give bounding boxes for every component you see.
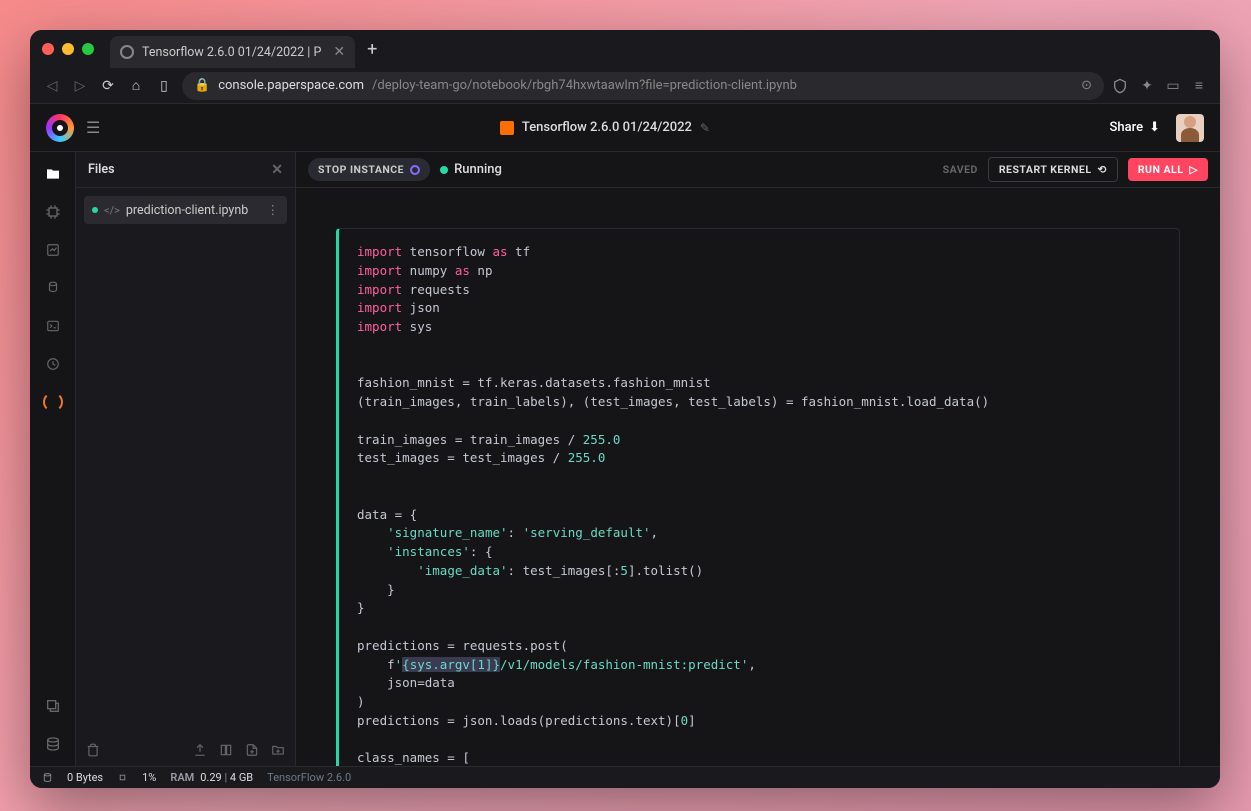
code-content: import tensorflow as tf import numpy as …: [357, 243, 1161, 766]
extensions-icon[interactable]: ✦: [1138, 78, 1156, 94]
app-window-icon[interactable]: ▭: [1164, 78, 1182, 94]
code-cell[interactable]: import tensorflow as tf import numpy as …: [336, 228, 1180, 766]
upload-icon[interactable]: [193, 743, 207, 757]
code-file-icon: </>: [104, 204, 120, 217]
reload-button[interactable]: ⟳: [98, 78, 118, 94]
share-label: Share: [1110, 120, 1144, 135]
files-panel: Files ✕ </> prediction-client.ipynb ⋮: [76, 152, 296, 766]
share-button[interactable]: Share ⬇: [1110, 120, 1160, 135]
cpu-icon: [117, 772, 128, 783]
run-all-label: RUN ALL: [1138, 163, 1184, 176]
shield-icon[interactable]: [1112, 78, 1130, 94]
ram-label: RAM: [170, 771, 194, 784]
files-panel-header: Files ✕: [76, 152, 295, 188]
runtime-label: TensorFlow 2.6.0: [267, 771, 351, 784]
stop-icon: [410, 165, 420, 175]
storage-value: 0 Bytes: [67, 771, 103, 784]
window-close-button[interactable]: [42, 43, 54, 55]
files-nav-icon[interactable]: [43, 164, 63, 184]
browser-window: Tensorflow 2.6.0 01/24/2022 | P ✕ + ◁ ▷ …: [30, 30, 1220, 788]
history-nav-icon[interactable]: [43, 354, 63, 374]
titlebar: Tensorflow 2.6.0 01/24/2022 | P ✕ +: [30, 30, 1220, 68]
traffic-lights: [42, 43, 94, 55]
stop-instance-button[interactable]: STOP INSTANCE: [308, 158, 430, 181]
back-button[interactable]: ◁: [42, 78, 62, 94]
kernel-status: Running: [440, 162, 502, 177]
files-panel-footer: [76, 734, 295, 766]
tab-favicon: [120, 45, 134, 59]
app-header: ☰ Tensorflow 2.6.0 01/24/2022 ✎ Share ⬇: [30, 104, 1220, 152]
restart-kernel-label: RESTART KERNEL: [999, 163, 1092, 176]
file-more-icon[interactable]: ⋮: [267, 202, 280, 218]
saved-indicator: SAVED: [943, 163, 978, 176]
url-path: /deploy-team-go/notebook/rbgh74hxwtaawlm…: [372, 78, 797, 93]
export-nav-icon[interactable]: [43, 696, 63, 716]
bookmark-button[interactable]: ▯: [154, 78, 174, 94]
tensorflow-icon: [500, 121, 514, 135]
url-bar: ◁ ▷ ⟳ ⌂ ▯ 🔒 console.paperspace.com/deplo…: [30, 68, 1220, 104]
new-folder-icon[interactable]: [271, 743, 285, 757]
storage-icon: [42, 772, 53, 783]
book-icon[interactable]: [219, 743, 233, 757]
menu-icon[interactable]: ≡: [1190, 77, 1208, 94]
datasets-nav-icon[interactable]: [43, 278, 63, 298]
notebook-title-area: Tensorflow 2.6.0 01/24/2022 ✎: [100, 120, 1109, 135]
window-maximize-button[interactable]: [82, 43, 94, 55]
ram-sep: |: [222, 771, 230, 784]
compute-nav-icon[interactable]: [43, 202, 63, 222]
running-indicator-icon: [92, 207, 98, 213]
play-icon: ▷: [1189, 163, 1198, 176]
close-panel-icon[interactable]: ✕: [271, 162, 283, 178]
tab-close-icon[interactable]: ✕: [333, 44, 345, 60]
forward-button[interactable]: ▷: [70, 78, 90, 94]
tab-title: Tensorflow 2.6.0 01/24/2022 | P: [142, 45, 321, 60]
metrics-nav-icon[interactable]: [43, 240, 63, 260]
new-tab-button[interactable]: +: [367, 39, 377, 60]
stop-instance-label: STOP INSTANCE: [318, 163, 404, 176]
search-in-page-icon[interactable]: ⊙: [1081, 78, 1092, 93]
app-logo[interactable]: [46, 114, 74, 142]
home-button[interactable]: ⌂: [126, 77, 146, 94]
files-panel-title: Files: [88, 162, 115, 177]
status-dot-icon: [440, 166, 448, 174]
url-domain: console.paperspace.com: [218, 78, 364, 93]
ram-used: 0.29: [200, 771, 221, 784]
share-icon: ⬇: [1149, 120, 1160, 135]
storage-nav-icon[interactable]: [43, 734, 63, 754]
run-all-button[interactable]: RUN ALL ▷: [1128, 158, 1208, 181]
file-item[interactable]: </> prediction-client.ipynb ⋮: [84, 196, 287, 224]
status-label: Running: [454, 162, 502, 177]
status-bar: 0 Bytes 1% RAM 0.29 | 4 GB TensorFlow 2.…: [30, 766, 1220, 788]
main-area: STOP INSTANCE Running SAVED RESTART KERN…: [296, 152, 1220, 766]
hamburger-menu-icon[interactable]: ☰: [86, 118, 100, 137]
browser-tab[interactable]: Tensorflow 2.6.0 01/24/2022 | P ✕: [110, 36, 355, 68]
jupyter-nav-icon[interactable]: [43, 392, 63, 412]
restart-kernel-button[interactable]: RESTART KERNEL ⟲: [988, 157, 1118, 182]
window-minimize-button[interactable]: [62, 43, 74, 55]
address-bar[interactable]: 🔒 console.paperspace.com/deploy-team-go/…: [182, 72, 1104, 100]
cpu-value: 1%: [142, 771, 156, 784]
file-name: prediction-client.ipynb: [126, 203, 248, 218]
user-avatar[interactable]: [1176, 114, 1204, 142]
edit-title-icon[interactable]: ✎: [700, 121, 710, 135]
lock-icon: 🔒: [194, 78, 210, 93]
left-rail: [30, 152, 76, 766]
notebook-toolbar: STOP INSTANCE Running SAVED RESTART KERN…: [296, 152, 1220, 188]
new-file-icon[interactable]: [245, 743, 259, 757]
notebook-area[interactable]: import tensorflow as tf import numpy as …: [296, 188, 1220, 766]
restart-icon: ⟲: [1098, 163, 1107, 176]
terminal-nav-icon[interactable]: [43, 316, 63, 336]
app-body: Files ✕ </> prediction-client.ipynb ⋮: [30, 152, 1220, 766]
notebook-title: Tensorflow 2.6.0 01/24/2022: [522, 120, 692, 135]
trash-icon[interactable]: [86, 743, 100, 757]
ram-total: 4 GB: [230, 771, 253, 784]
